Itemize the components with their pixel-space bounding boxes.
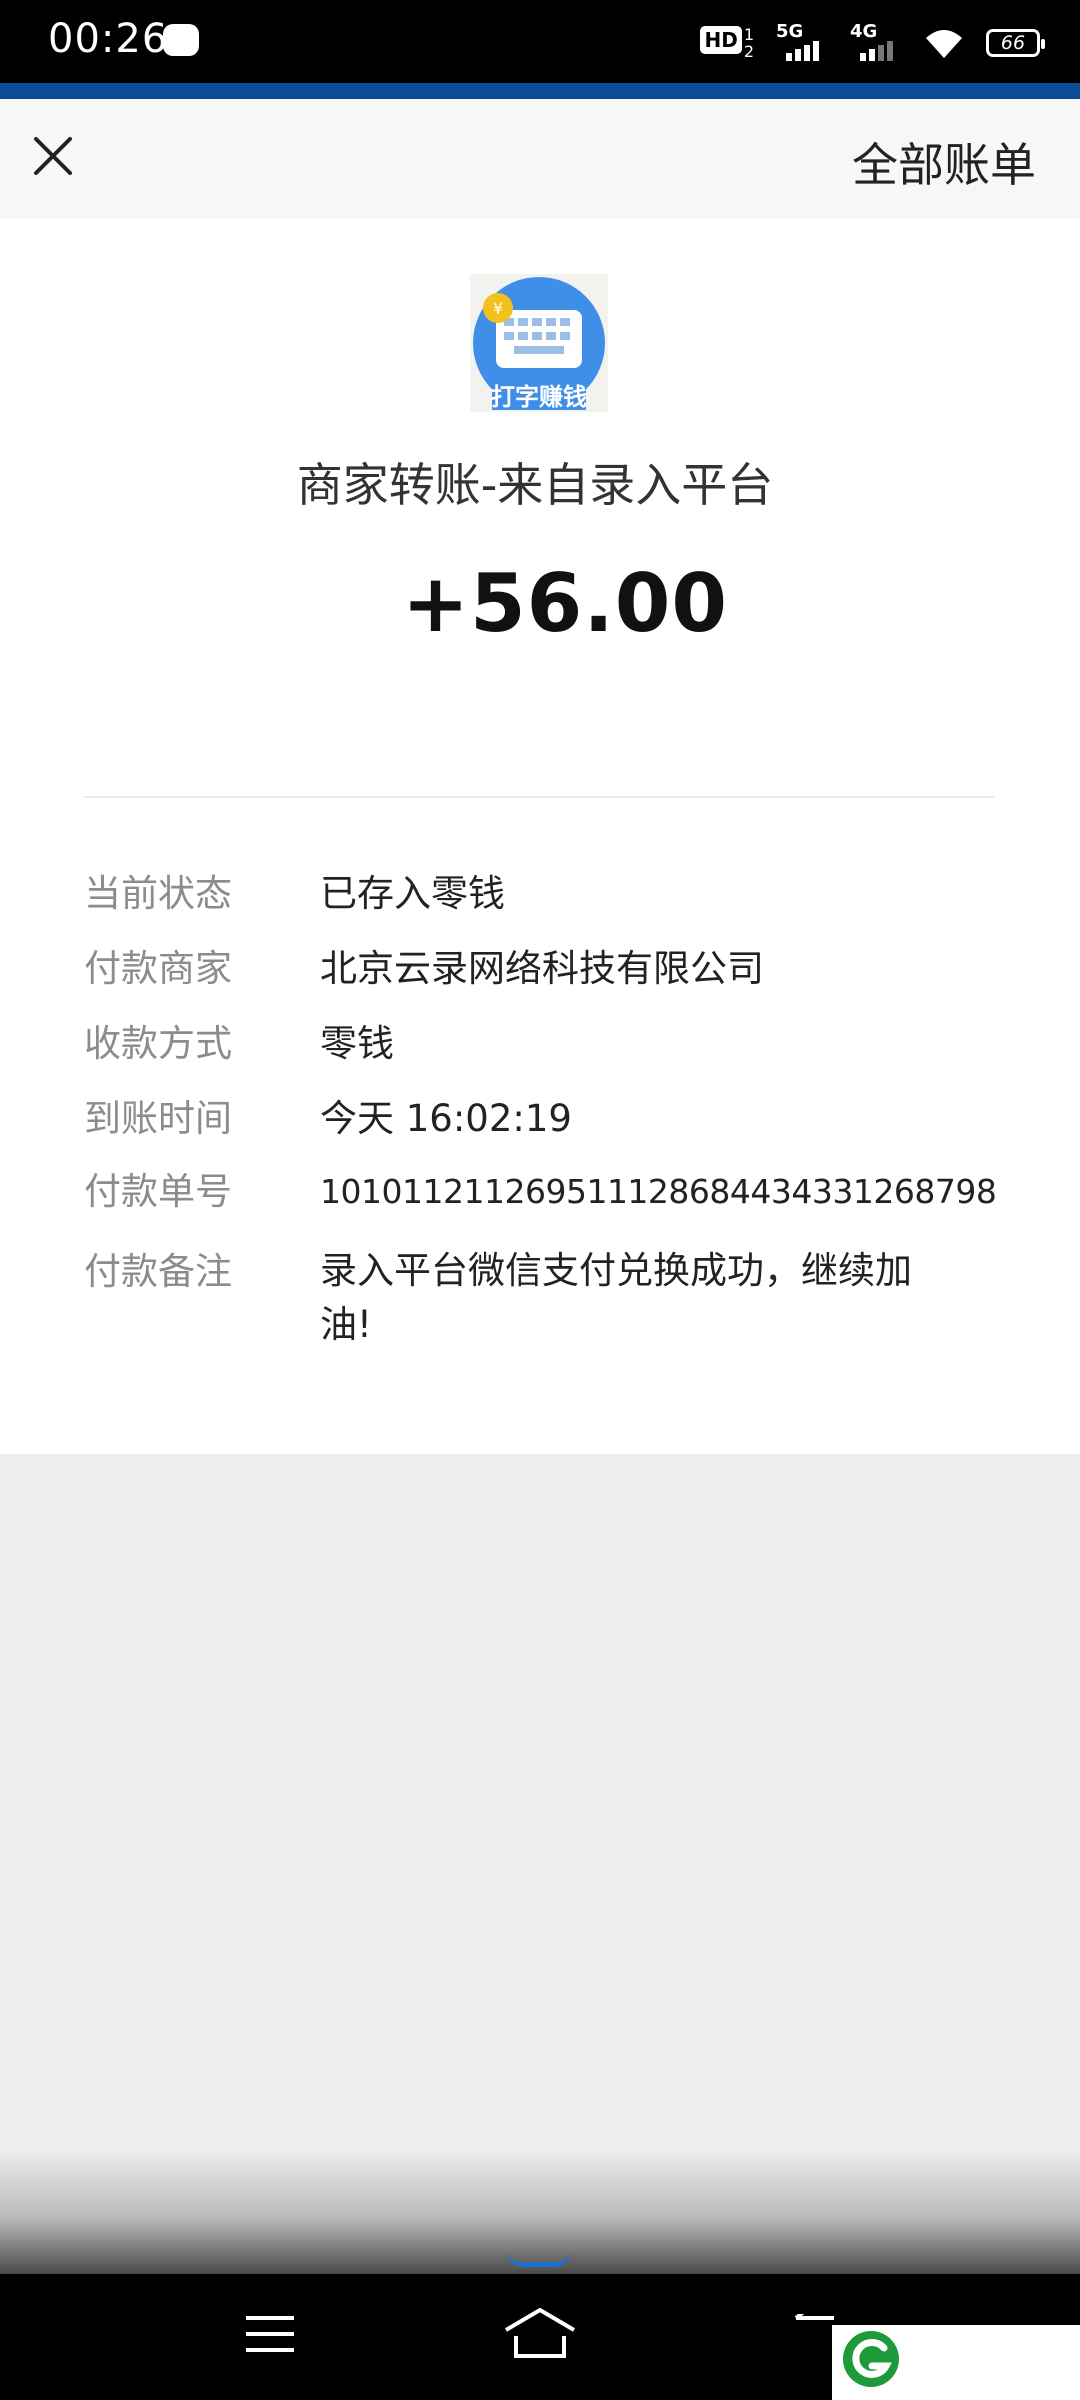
battery-icon: 66 <box>986 29 1045 57</box>
home-icon[interactable] <box>502 2306 578 2362</box>
menu-icon[interactable] <box>244 2314 296 2354</box>
watermark-logo-icon <box>843 2331 899 2387</box>
notification-icon <box>163 24 199 56</box>
detail-value[interactable]: 101011211269511128684434331268798 <box>320 1164 1020 1220</box>
detail-label: 付款备注 <box>84 1250 232 1293</box>
signal-5g-icon: 5G <box>776 21 828 65</box>
all-bills-link[interactable]: 全部账单 <box>852 129 1036 195</box>
detail-label: 付款单号 <box>84 1170 232 1213</box>
signal-4g-icon: 4G <box>850 21 902 65</box>
top-bar: 全部账单 <box>0 99 1080 219</box>
detail-label: 收款方式 <box>84 1022 232 1065</box>
wifi-icon <box>926 30 962 58</box>
detail-value: 录入平台微信支付兑换成功，继续加油! <box>320 1249 912 1346</box>
hd-voice-icon: HD 1 2 <box>700 26 754 60</box>
detail-label: 到账时间 <box>84 1097 232 1140</box>
divider <box>84 796 994 798</box>
transaction-card: ¥ 打字赚钱 商家转账-来自录入平台 +56.00 当前状态 已存入零钱 付款商… <box>0 219 1080 1454</box>
transaction-amount: +56.00 <box>401 557 729 650</box>
transaction-title: 商家转账-来自录入平台 <box>296 458 774 512</box>
svg-text:¥: ¥ <box>493 299 503 318</box>
gesture-indicator <box>508 2252 570 2267</box>
detail-value: 北京云录网络科技有限公司 <box>320 947 764 990</box>
merchant-logo: ¥ 打字赚钱 <box>470 274 608 412</box>
close-icon[interactable] <box>22 125 84 187</box>
status-time: 00:26 <box>48 16 169 62</box>
detail-label: 付款商家 <box>84 947 232 990</box>
detail-value: 今天 16:02:19 <box>320 1097 572 1140</box>
status-icons: HD 1 2 5G 4G 66 <box>700 18 1045 68</box>
svg-text:打字赚钱: 打字赚钱 <box>491 383 587 411</box>
detail-value: 已存入零钱 <box>320 872 505 915</box>
accent-strip <box>0 83 1080 99</box>
detail-label: 当前状态 <box>84 872 232 915</box>
detail-value: 零钱 <box>320 1022 394 1065</box>
status-bar: 00:26 HD 1 2 5G 4G 66 <box>0 0 1080 83</box>
